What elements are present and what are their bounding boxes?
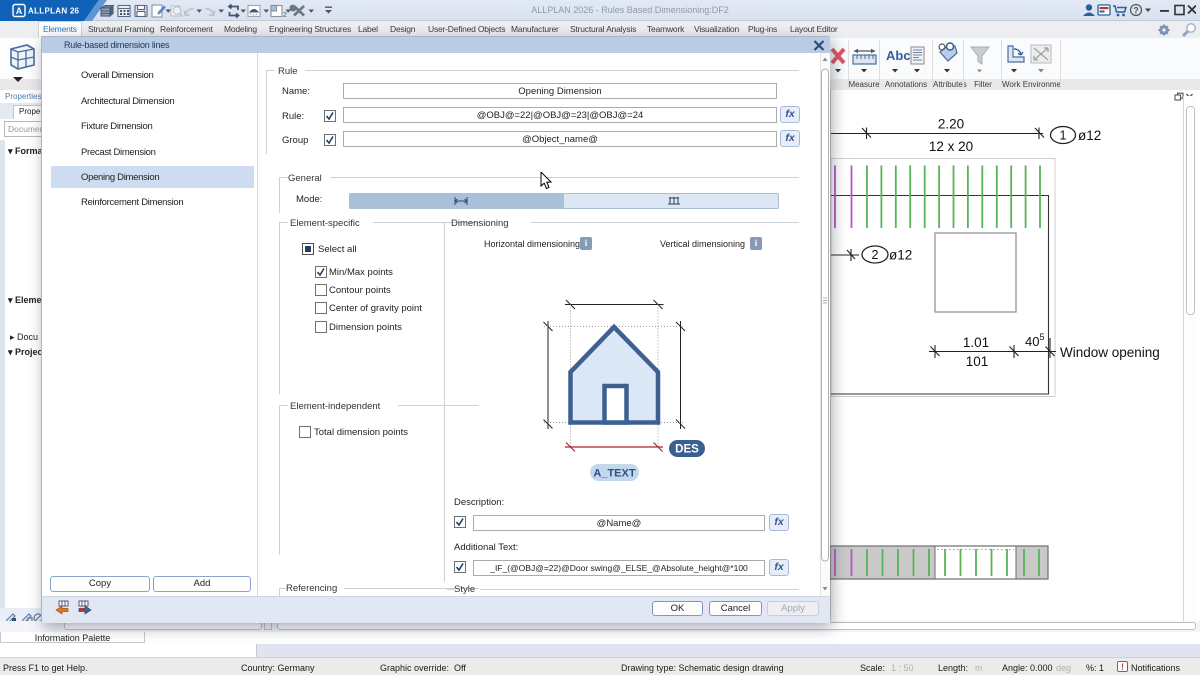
svg-text:ALLPLAN: ALLPLAN	[28, 7, 67, 16]
svg-text:?: ?	[1133, 6, 1139, 16]
svg-text:Window opening: Window opening	[1060, 345, 1160, 360]
svg-text:40: 40	[1025, 334, 1039, 349]
svg-text:DES: DES	[675, 444, 699, 456]
svg-text:26: 26	[70, 7, 79, 16]
svg-text:2: 2	[872, 248, 879, 262]
svg-text:ø12: ø12	[889, 248, 912, 263]
svg-text:1.01: 1.01	[963, 335, 989, 350]
svg-text:A: A	[16, 6, 23, 16]
svg-text:2.20: 2.20	[938, 117, 964, 132]
svg-text:1: 1	[1060, 129, 1067, 143]
svg-text:Abc: Abc	[886, 48, 911, 63]
svg-text:101: 101	[966, 354, 989, 369]
svg-text:A_TEXT: A_TEXT	[593, 468, 635, 480]
svg-text:ø12: ø12	[1078, 128, 1101, 143]
svg-text:12 x 20: 12 x 20	[929, 139, 973, 154]
svg-text:5: 5	[1040, 332, 1045, 342]
